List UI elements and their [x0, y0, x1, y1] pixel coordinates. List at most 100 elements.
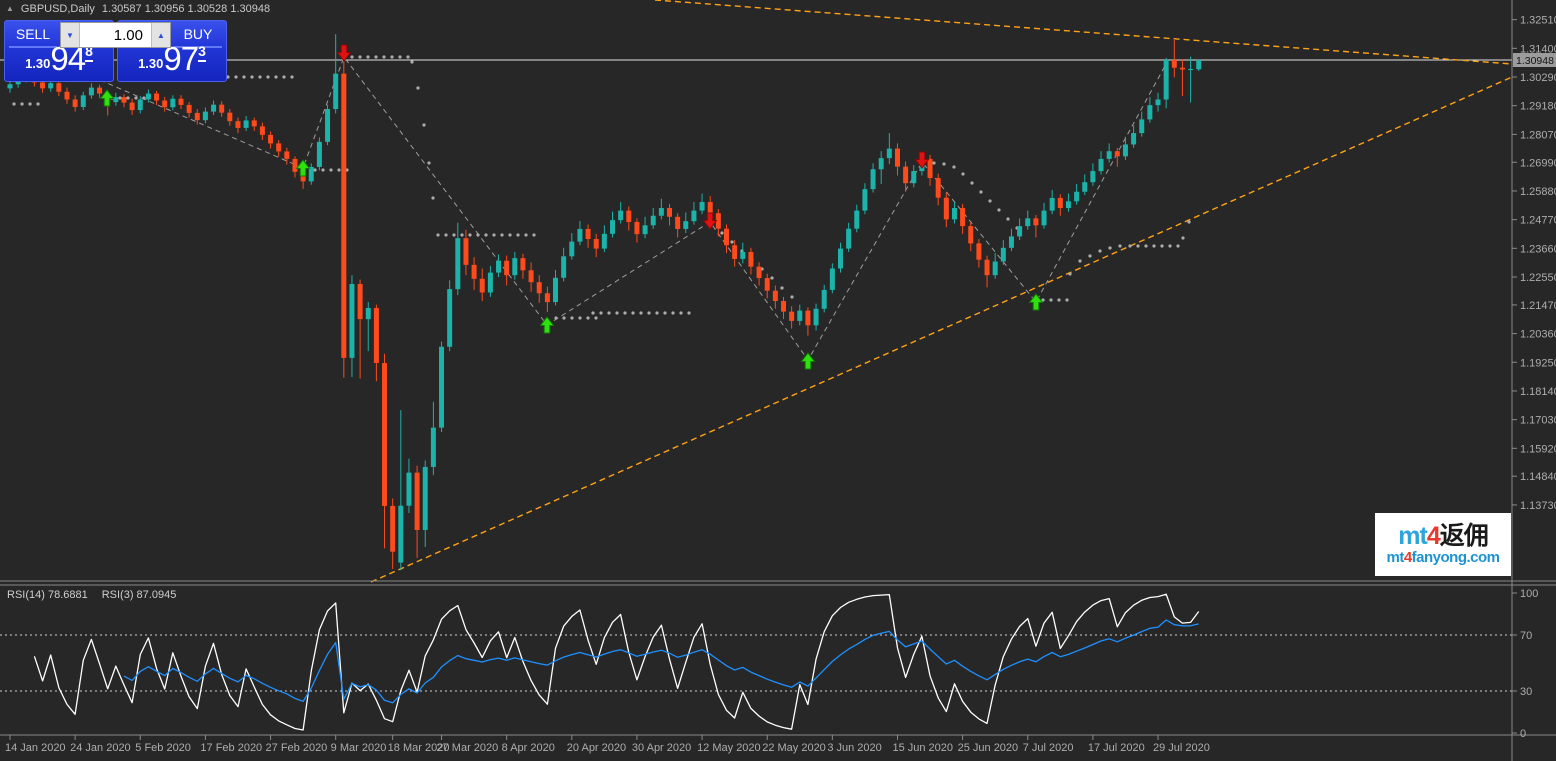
time-axis[interactable]: 14 Jan 202024 Jan 20205 Feb 202017 Feb 2… [5, 735, 1210, 754]
level-dot [274, 75, 277, 78]
candle-body [928, 159, 933, 178]
trail-dot [1181, 236, 1184, 239]
trail-dot [932, 161, 935, 164]
trail-dot [1108, 246, 1111, 249]
candle-body [976, 243, 981, 259]
candle-body [260, 126, 265, 135]
candle-body [529, 270, 534, 282]
candle-body [1123, 144, 1128, 156]
chart-canvas[interactable]: 1.325101.314001.302901.291801.280701.269… [0, 0, 1556, 761]
candle-body [358, 284, 363, 319]
time-axis-label: 17 Jul 2020 [1088, 742, 1145, 754]
rsi-axis-label: 30 [1520, 686, 1532, 698]
current-price-tag-value: 1.30948 [1516, 55, 1554, 67]
price-axis-label: 1.21470 [1520, 300, 1556, 312]
chevron-up-icon: ▲ [157, 31, 165, 40]
candle-body [463, 238, 468, 265]
candle-body [252, 120, 257, 126]
candle-body [740, 252, 745, 259]
level-dot [1160, 244, 1163, 247]
trail-dot [952, 165, 955, 168]
level-dot [1065, 298, 1068, 301]
trail-dot [970, 181, 973, 184]
symbol-ohlc: 1.30587 1.30956 1.30528 1.30948 [102, 3, 270, 15]
candle-body [1082, 182, 1087, 192]
level-dot [623, 311, 626, 314]
candle-body [455, 238, 460, 289]
watermark-logo-text: mt4返佣 [1398, 524, 1487, 550]
rsi14-value: RSI(14) 78.6881 [7, 589, 88, 601]
volume-stepper: ▼ ▲ [60, 22, 171, 48]
candle-body [415, 473, 420, 530]
level-dot [358, 55, 361, 58]
candle-body [781, 301, 786, 312]
level-dot [484, 233, 487, 236]
level-dot [444, 233, 447, 236]
trail-dot [1088, 254, 1091, 257]
candle-body [1107, 151, 1112, 159]
price-axis-label: 1.22550 [1520, 272, 1556, 284]
candle-body [480, 279, 485, 293]
fractal-dots-layer [12, 55, 1190, 319]
candle-body [634, 222, 639, 234]
candle-body [1074, 192, 1079, 202]
trendline-upper[interactable] [655, 0, 1512, 64]
candle-body [1180, 68, 1185, 70]
buy-price-pip: 3 [198, 43, 206, 62]
candle-body [944, 198, 949, 220]
trendline-lower[interactable] [371, 77, 1512, 582]
price-axis[interactable]: 1.325101.314001.302901.291801.280701.269… [1512, 15, 1556, 740]
candle-body [73, 99, 78, 106]
candle-body [643, 225, 648, 234]
level-dot [1152, 244, 1155, 247]
candle-body [830, 268, 835, 289]
trail-dot [979, 190, 982, 193]
candle-body [1017, 226, 1022, 236]
candle-body [130, 103, 135, 110]
time-axis-label: 12 May 2020 [697, 742, 761, 754]
candles-layer [8, 34, 1202, 570]
price-axis-label: 1.25880 [1520, 186, 1556, 198]
level-dot [1136, 244, 1139, 247]
candle-body [138, 99, 143, 110]
candle-body [1131, 133, 1136, 144]
candle-body [537, 282, 542, 293]
trail-dot [1068, 272, 1071, 275]
volume-input[interactable] [80, 23, 151, 47]
candle-body [594, 239, 599, 249]
candle-body [146, 94, 151, 100]
candle-body [651, 216, 656, 226]
volume-decrease-button[interactable]: ▼ [61, 23, 80, 47]
level-dot [258, 75, 261, 78]
candle-body [700, 202, 705, 211]
candle-body [64, 92, 69, 100]
price-axis-label: 1.19250 [1520, 357, 1556, 369]
candle-body [748, 252, 753, 267]
candle-body [862, 189, 867, 210]
buy-signal-arrow-icon [297, 160, 310, 176]
level-dot [250, 75, 253, 78]
time-axis-label: 29 Jul 2020 [1153, 742, 1210, 754]
level-dot [36, 102, 39, 105]
candle-body [1033, 218, 1038, 225]
time-axis-label: 5 Feb 2020 [135, 742, 191, 754]
time-axis-label: 3 Jun 2020 [827, 742, 881, 754]
candle-body [235, 121, 240, 128]
level-dot [492, 233, 495, 236]
time-axis-label: 9 Mar 2020 [331, 742, 387, 754]
candle-body [341, 74, 346, 358]
candle-body [121, 97, 126, 102]
price-axis-label: 1.14840 [1520, 471, 1556, 483]
candle-body [1156, 99, 1161, 105]
candle-body [1115, 151, 1120, 156]
candle-body [227, 113, 232, 122]
trail-dot [1006, 217, 1009, 220]
trail-dot [410, 60, 413, 63]
sell-signal-arrow-icon [338, 45, 351, 61]
level-dot [468, 233, 471, 236]
price-axis-label: 1.29180 [1520, 101, 1556, 113]
trail-dot [988, 199, 991, 202]
time-axis-label: 8 Apr 2020 [502, 742, 555, 754]
level-dot [12, 102, 15, 105]
volume-increase-button[interactable]: ▲ [151, 23, 170, 47]
